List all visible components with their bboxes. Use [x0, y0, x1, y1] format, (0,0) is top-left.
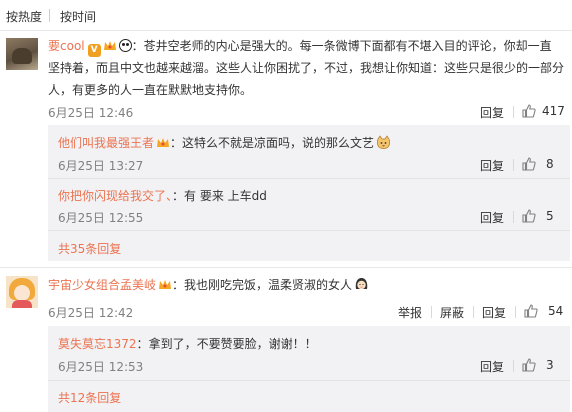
reply-text: 这特么不就是凉面吗，说的那么文艺 — [182, 136, 375, 150]
crown-icon — [159, 280, 172, 289]
thumbs-up-icon[interactable] — [522, 157, 536, 171]
thumbs-up-icon[interactable] — [522, 104, 536, 118]
timestamp: 6月25日 12:46 — [48, 106, 134, 120]
vip-icon: V — [87, 44, 101, 57]
avatar[interactable] — [6, 276, 38, 308]
reply-button[interactable]: 回复 — [482, 304, 506, 321]
comment-text: 我也刚吃完饭，温柔贤淑的女人 — [184, 278, 353, 292]
reply-button[interactable]: 回复 — [480, 358, 504, 375]
avatar[interactable] — [6, 38, 38, 70]
woman-face-emoji — [355, 278, 368, 290]
like-count: 54 — [548, 304, 564, 318]
report-button[interactable]: 举报 — [398, 304, 422, 321]
reply-button[interactable]: 回复 — [480, 157, 504, 174]
sort-divider — [49, 9, 50, 22]
divider — [48, 178, 570, 179]
username-link[interactable]: 他们叫我最强王者 — [58, 136, 154, 150]
action-divider — [431, 306, 432, 318]
comment-text: 苍井空老师的内心是强大的。每一条微博下面都有不堪入目的评论，你却一直 — [143, 39, 552, 53]
action-divider — [513, 106, 514, 118]
panda-icon — [118, 39, 132, 52]
username-link[interactable]: 你把你闪现给我交了、 — [58, 189, 172, 203]
action-divider — [513, 211, 514, 223]
sort-by-time-tab[interactable]: 按时间 — [60, 8, 96, 25]
crown-icon — [157, 138, 170, 147]
timestamp: 6月25日 12:53 — [58, 360, 144, 374]
comment-line: 要cool V ：苍井空老师的内心是强大的。每一条微博下面都有不堪入目的评论，你却一… — [48, 39, 552, 57]
block-button[interactable]: 屏蔽 — [440, 304, 464, 321]
reply-button[interactable]: 回复 — [480, 104, 504, 121]
action-divider — [473, 306, 474, 318]
username-link[interactable]: 要cool — [48, 39, 85, 53]
reply-text: 拿到了，不要赞要脸，谢谢！！ — [148, 337, 317, 351]
reply-button[interactable]: 回复 — [480, 209, 504, 226]
thumbs-up-icon[interactable] — [522, 209, 536, 223]
thumbs-up-icon[interactable] — [524, 304, 538, 318]
timestamp: 6月25日 13:27 — [58, 159, 144, 173]
reply-list: 他们叫我最强王者 ：这特么不就是凉面吗，说的那么文艺 6月25日 13:27 回复… — [48, 125, 570, 261]
action-divider — [513, 360, 514, 372]
more-replies-link[interactable]: 共12条回复 — [58, 389, 121, 406]
sort-bar: 按热度 按时间 — [0, 0, 572, 30]
like-count: 8 — [546, 157, 554, 171]
reply-line: 他们叫我最强王者 ：这特么不就是凉面吗，说的那么文艺 — [58, 134, 391, 152]
like-count: 5 — [546, 209, 554, 223]
like-count: 417 — [542, 104, 565, 118]
reply-line: 你把你闪现给我交了、：有 要来 上车dd — [58, 189, 267, 203]
reply-text: 有 要来 上车dd — [184, 189, 267, 203]
divider — [0, 30, 572, 31]
timestamp: 6月25日 12:55 — [58, 211, 144, 225]
like-count: 3 — [546, 358, 554, 372]
username-link[interactable]: 宇宙少女组合孟美岐 — [48, 278, 156, 292]
timestamp: 6月25日 12:42 — [48, 306, 134, 320]
divider — [48, 230, 570, 231]
reply-line: 莫失莫忘1372：拿到了，不要赞要脸，谢谢！！ — [58, 337, 317, 351]
divider — [0, 267, 572, 268]
comment-text: 坚持着，而且中文也越来越溜。这些人让你困扰了，不过，我想让你知道：这些只是很少的… — [48, 61, 565, 75]
reply-list: 莫失莫忘1372：拿到了，不要赞要脸，谢谢！！ 6月25日 12:53 回复 3… — [48, 326, 570, 412]
more-replies-link[interactable]: 共35条回复 — [58, 240, 121, 257]
crown-icon — [103, 41, 116, 50]
comment-line: 宇宙少女组合孟美岐 ：我也刚吃完饭，温柔贤淑的女人 — [48, 276, 369, 294]
action-divider — [513, 159, 514, 171]
sort-by-hot-tab[interactable]: 按热度 — [6, 8, 42, 25]
comment-text: 人，有更多的人一直在默默地支持你。 — [48, 83, 253, 97]
action-divider — [515, 306, 516, 318]
username-link[interactable]: 莫失莫忘1372 — [58, 337, 137, 351]
thumbs-up-icon[interactable] — [522, 358, 536, 372]
cat-face-emoji — [377, 135, 391, 149]
divider — [48, 380, 570, 381]
